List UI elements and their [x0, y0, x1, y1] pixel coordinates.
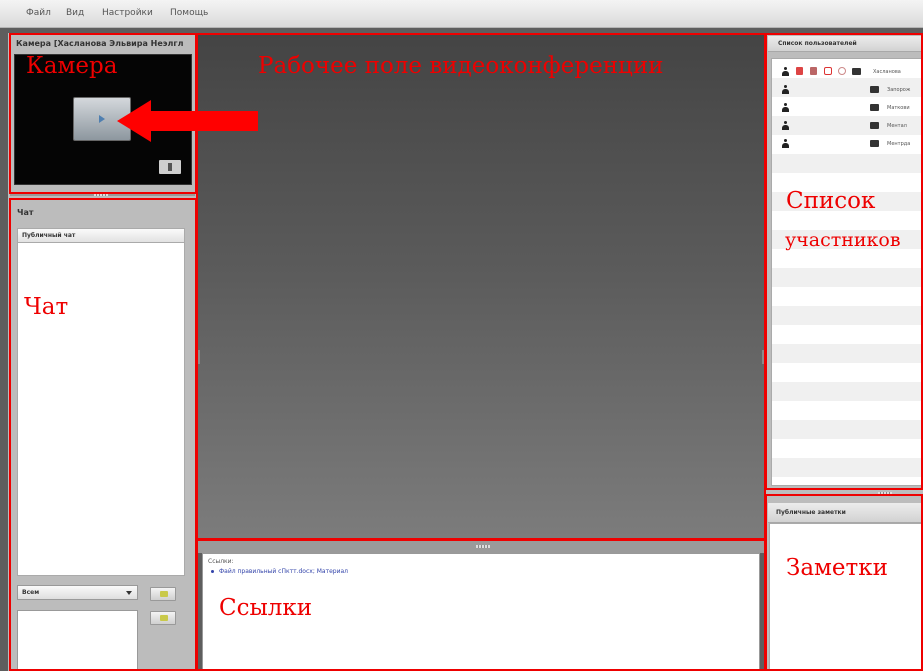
annotation-arrow-shaft [150, 111, 258, 131]
annotation-box-workspace [196, 33, 766, 540]
annotation-users-line1: Список [786, 188, 876, 214]
annotation-camera: Камера [26, 53, 118, 79]
menu-view[interactable]: Вид [66, 8, 84, 18]
annotation-chat: Чат [24, 294, 69, 320]
menu-bar: Файл Вид Настройки Помощь [0, 0, 923, 28]
menu-file[interactable]: Файл [26, 8, 51, 18]
annotation-arrow-icon [117, 100, 151, 142]
app-window: Файл Вид Настройки Помощь Камера [Хаслан… [0, 0, 923, 671]
annotation-box-notes [765, 494, 923, 671]
annotation-users-line2: участников [785, 229, 901, 251]
annotation-workspace: Рабочее поле видеоконференции [258, 53, 664, 79]
annotation-box-chat [9, 198, 197, 671]
menu-help[interactable]: Помощь [170, 8, 208, 18]
menu-settings[interactable]: Настройки [102, 8, 153, 18]
annotation-notes: Заметки [786, 555, 888, 581]
annotation-links: Ссылки [219, 595, 313, 621]
annotation-box-users [765, 33, 923, 490]
